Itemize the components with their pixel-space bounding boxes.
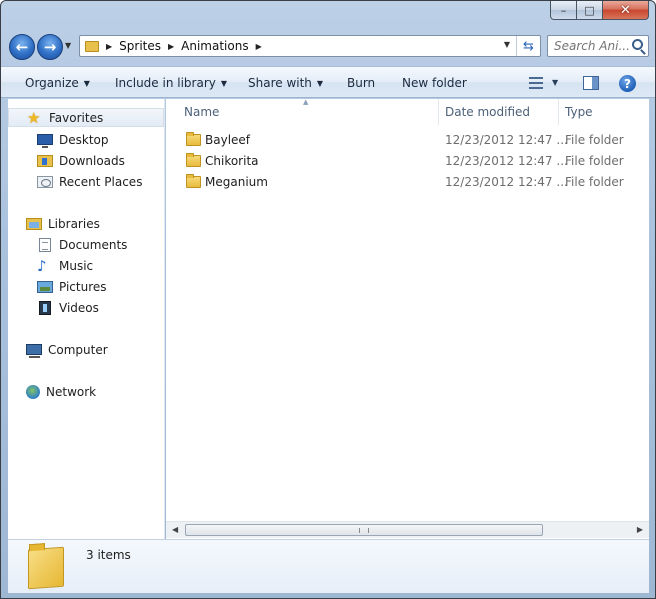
view-options-dropdown[interactable]: ▼ [552,78,558,87]
desktop-icon [37,134,53,148]
details-pane: 3 items [8,539,649,593]
forward-arrow-icon: → [43,38,57,56]
refresh-button[interactable]: ⇆ [516,36,540,56]
network-icon [26,384,40,399]
address-dropdown-icon[interactable]: ▼ [504,40,510,49]
refresh-icon: ⇆ [523,38,534,54]
pictures-icon [37,280,53,293]
recent-locations-dropdown[interactable]: ▼ [65,41,71,50]
chevron-down-icon: ▼ [220,79,228,88]
explorer-window: – □ ✕ ← → ▼ ▶ Sprites ▶ Animations ▶ ▼ ⇆… [0,0,656,599]
file-date-modified: 12/23/2012 12:47 ... [445,175,568,189]
chevron-down-icon: ▼ [316,79,324,88]
folder-icon [85,40,99,52]
column-header-type[interactable]: Type [559,99,649,125]
help-icon[interactable]: ? [619,75,636,92]
breadcrumb-separator[interactable]: ▶ [106,42,112,51]
new-folder-button[interactable]: New folder [402,76,467,90]
maximize-icon: □ [584,3,595,17]
command-bar: Organize ▼ Include in library ▼ Share with… [1,66,655,98]
file-row[interactable]: Bayleef 12/23/2012 12:47 ... File folder [166,130,649,151]
nav-videos[interactable]: Videos [8,298,99,317]
nav-favorites[interactable]: ★ Favorites [8,108,164,127]
recent-places-icon [37,175,53,188]
file-name: Meganium [205,175,268,189]
breadcrumb-separator[interactable]: ▶ [256,42,262,51]
maximize-button[interactable]: □ [577,1,603,20]
nav-network[interactable]: Network [8,382,96,401]
view-options-icon[interactable] [529,77,543,89]
breadcrumb-separator[interactable]: ▶ [168,42,174,51]
caption-buttons: – □ ✕ [550,1,649,20]
nav-pictures[interactable]: Pictures [8,277,107,296]
back-arrow-icon: ← [15,38,29,56]
nav-music[interactable]: ♪ Music [8,256,93,275]
breadcrumb-animations[interactable]: Animations [181,39,248,53]
scroll-right-icon[interactable]: ▶ [637,525,643,534]
item-count: 3 items [86,548,131,562]
scroll-left-icon[interactable]: ◀ [172,525,178,534]
column-header-date-modified[interactable]: Date modified [439,99,559,125]
address-bar[interactable]: ▶ Sprites ▶ Animations ▶ ▼ [79,35,541,57]
minimize-button[interactable]: – [550,1,577,20]
close-button[interactable]: ✕ [603,1,649,20]
nav-recent-places[interactable]: Recent Places [8,172,142,191]
scrollbar-thumb[interactable] [185,524,543,536]
nav-downloads[interactable]: Downloads [8,151,125,170]
navigation-pane: ★ Favorites Desktop Downloads Recent Pla… [8,99,165,539]
file-list: ▲ Name Date modified Type Bayleef 12/23/… [166,98,649,539]
file-type: File folder [565,154,624,168]
file-row[interactable]: Chikorita 12/23/2012 12:47 ... File fold… [166,151,649,172]
nav-libraries[interactable]: Libraries [8,214,100,233]
downloads-icon [37,154,53,167]
include-in-library-menu[interactable]: Include in library ▼ [115,76,227,90]
forward-button[interactable]: → [37,34,63,60]
folder-icon [186,174,201,188]
column-header-name[interactable]: ▲ Name [166,98,439,125]
chevron-down-icon: ▼ [83,79,90,88]
nav-desktop[interactable]: Desktop [8,130,109,149]
folder-icon [28,546,64,590]
sort-ascending-icon: ▲ [303,98,309,106]
file-date-modified: 12/23/2012 12:47 ... [445,154,568,168]
star-icon: ★ [27,108,41,127]
file-date-modified: 12/23/2012 12:47 ... [445,133,568,147]
horizontal-scrollbar[interactable]: ◀ ▶ [166,521,649,538]
folder-icon [186,132,201,146]
videos-icon [39,300,51,315]
file-name: Bayleef [205,133,251,147]
search-input[interactable] [554,39,632,53]
search-icon[interactable] [632,39,643,50]
file-type: File folder [565,175,624,189]
search-box[interactable] [547,35,649,57]
nav-computer[interactable]: Computer [8,340,108,359]
music-icon: ♪ [37,256,47,275]
folder-icon [186,153,201,167]
close-icon: ✕ [620,2,631,18]
documents-icon [39,237,51,252]
minimize-icon: – [560,3,567,17]
computer-icon [26,344,42,358]
burn-button[interactable]: Burn [347,76,375,90]
back-button[interactable]: ← [9,34,35,60]
breadcrumb-sprites[interactable]: Sprites [119,39,161,53]
share-with-menu[interactable]: Share with ▼ [248,76,323,90]
file-row[interactable]: Meganium 12/23/2012 12:47 ... File folde… [166,172,649,193]
libraries-icon [26,217,42,230]
file-type: File folder [565,133,624,147]
preview-pane-icon[interactable] [583,76,599,90]
organize-menu[interactable]: Organize ▼ [25,76,90,90]
file-name: Chikorita [205,154,259,168]
nav-documents[interactable]: Documents [8,235,127,254]
